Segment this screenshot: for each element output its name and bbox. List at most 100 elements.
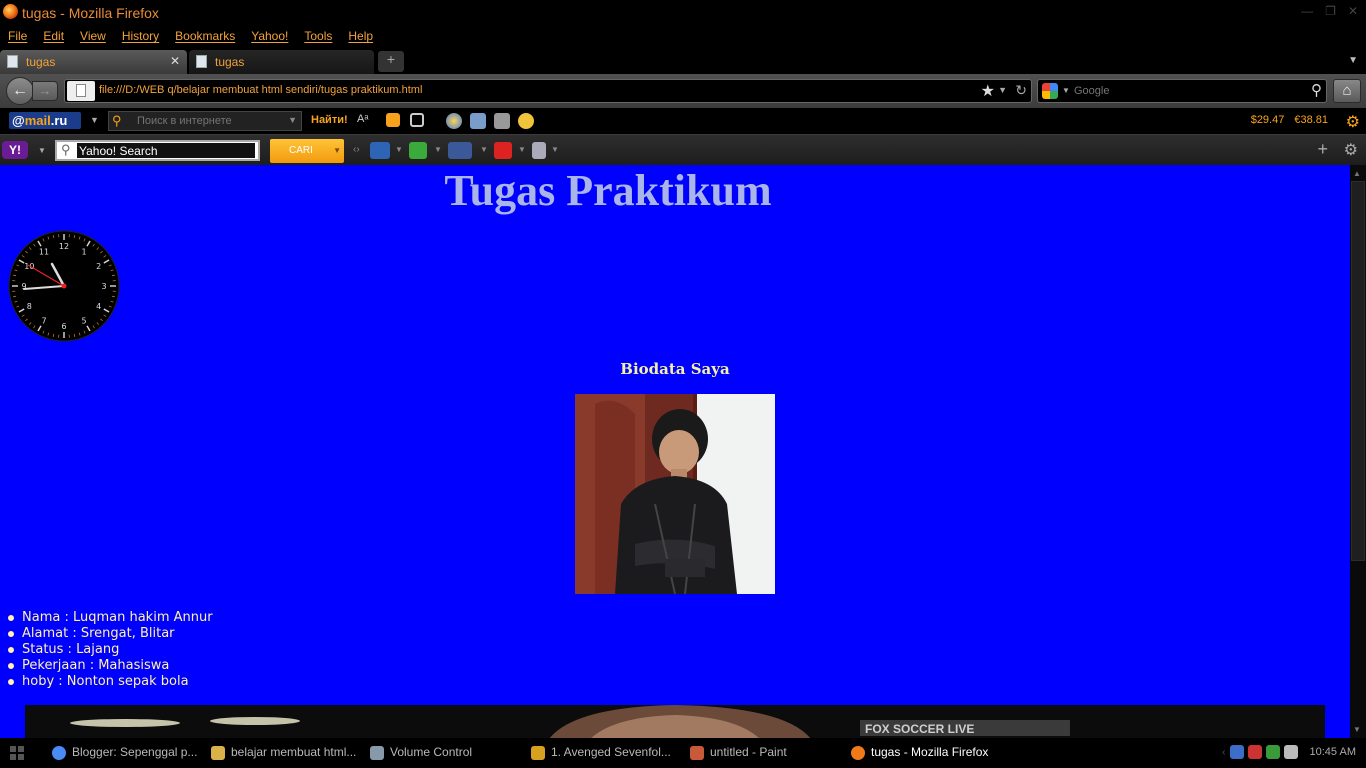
list-all-tabs-icon[interactable]: ▼	[1348, 55, 1358, 66]
paint-icon	[690, 746, 704, 760]
firefox-window: tugas - Mozilla Firefox — ❐ ✕ File Edit …	[0, 0, 1366, 768]
camera-icon[interactable]	[470, 113, 486, 129]
embedded-video[interactable]: FOX SOCCER LIVE	[25, 705, 1325, 738]
menu-help[interactable]: Help	[340, 27, 381, 47]
chevron-down-icon[interactable]: ▼	[333, 146, 341, 155]
taskbar-item-blogger[interactable]: Blogger: Sepenggal p...	[52, 745, 197, 763]
close-window-icon[interactable]: ✕	[1348, 4, 1358, 18]
web-search-box[interactable]: ▼ ⚲	[1037, 79, 1327, 103]
apps-icon[interactable]	[409, 142, 427, 159]
taskbar-item-firefox[interactable]: tugas - Mozilla Firefox	[851, 745, 988, 763]
yahoo-search-box[interactable]: ⚲	[55, 140, 260, 161]
menu-tools[interactable]: Tools	[296, 27, 340, 47]
highlight-icon[interactable]	[386, 113, 400, 127]
bookmark-star-icon[interactable]: ★	[981, 81, 995, 101]
taskbar-item-paint[interactable]: untitled - Paint	[690, 745, 787, 763]
web-search-input[interactable]	[1074, 83, 1294, 99]
tab-tugas-active[interactable]: tugas ✕	[0, 50, 187, 74]
taskbar-item-volume[interactable]: Volume Control	[370, 745, 472, 763]
speaker-icon[interactable]	[1283, 745, 1298, 759]
mailru-search-box[interactable]: ⚲ ▼	[108, 111, 302, 131]
url-bar[interactable]: file:///D:/WEB q/belajar membuat html se…	[64, 79, 1032, 103]
taskbar-clock[interactable]: 10:45 AM	[1310, 746, 1356, 758]
chevron-down-icon[interactable]: ▼	[288, 115, 297, 125]
zoom-page-icon[interactable]	[410, 113, 424, 127]
menu-yahoo[interactable]: Yahoo!	[243, 27, 296, 47]
yahoo-logo[interactable]: Y!	[2, 141, 28, 159]
antivirus-icon[interactable]	[1247, 745, 1262, 759]
firefox-icon	[851, 746, 865, 760]
clock-numeral: 7	[41, 317, 46, 326]
mailru-find-button[interactable]: Найти!	[311, 114, 348, 126]
games-icon[interactable]	[494, 142, 512, 159]
menu-edit[interactable]: Edit	[35, 27, 72, 47]
scroll-up-icon[interactable]: ▲	[1353, 169, 1361, 178]
mailru-search-input[interactable]	[137, 114, 287, 128]
gear-icon[interactable]: ⚙	[1344, 140, 1358, 160]
notes-icon[interactable]	[532, 142, 546, 159]
taskbar-item-media[interactable]: 1. Avenged Sevenfol...	[531, 745, 671, 763]
forward-button[interactable]: →	[32, 81, 58, 101]
video-icon[interactable]	[494, 113, 510, 129]
vertical-scrollbar[interactable]: ▲ ▼	[1350, 165, 1366, 738]
profile-photo	[575, 394, 775, 594]
start-button[interactable]	[10, 746, 24, 760]
yahoo-search-input[interactable]	[77, 143, 255, 158]
app-tray-icon[interactable]	[1265, 745, 1280, 759]
window-title: tugas - Mozilla Firefox	[22, 5, 159, 21]
clock-numeral: 2	[96, 262, 101, 271]
chevron-down-icon[interactable]: ▼	[395, 145, 403, 162]
menu-history[interactable]: History	[114, 27, 167, 47]
agent-icon[interactable]	[518, 113, 534, 129]
yahoo-cari-button[interactable]: CARI ▼	[270, 139, 344, 163]
chevron-left-icon[interactable]: ‹	[1222, 747, 1225, 758]
google-engine-icon[interactable]	[1042, 83, 1058, 99]
home-button[interactable]: ⌂	[1333, 79, 1361, 103]
taskbar-item-folder[interactable]: belajar membuat html...	[211, 745, 356, 763]
maximize-icon[interactable]: ❐	[1325, 4, 1336, 18]
site-identity-icon[interactable]	[67, 81, 95, 101]
engine-dropdown-icon[interactable]: ▼	[1062, 86, 1070, 95]
menu-file[interactable]: File	[0, 27, 35, 47]
font-size-icon[interactable]: Aᵃ	[357, 113, 373, 129]
facebook-icon[interactable]	[448, 142, 472, 159]
page-icon	[196, 55, 207, 68]
mailru-logo[interactable]: @mail.ru	[9, 112, 81, 129]
clock-numeral: 6	[61, 322, 66, 331]
title-bar: tugas - Mozilla Firefox — ❐ ✕	[0, 0, 1366, 26]
clock-numeral: 11	[39, 247, 49, 256]
new-tab-button[interactable]: +	[378, 51, 404, 72]
scrollbar-thumb[interactable]	[1351, 181, 1365, 561]
chevron-down-icon[interactable]: ▼	[434, 145, 442, 162]
mailru-menu-dropdown-icon[interactable]: ▼	[90, 115, 99, 125]
page-content: Tugas Praktikum 12 1 2 3 4 5 6 7 8 9 10 11 Biodata …	[0, 165, 1350, 738]
globe-icon[interactable]	[446, 113, 462, 129]
menu-bookmarks[interactable]: Bookmarks	[167, 27, 243, 47]
search-icon[interactable]: ⚲	[1311, 81, 1322, 99]
resize-handle-icon[interactable]: ‹›	[353, 144, 360, 161]
search-icon: ⚲	[61, 142, 71, 157]
chevron-down-icon[interactable]: ▼	[551, 145, 559, 162]
yahoo-toolbar: Y! ▼ ⚲ CARI ▼ ‹› ▼ ▼ ▼ ▼ ▼ + ⚙	[0, 134, 1366, 165]
reload-icon[interactable]: ↻	[1015, 82, 1027, 99]
chevron-down-icon[interactable]: ▼	[480, 145, 488, 162]
url-text[interactable]: file:///D:/WEB q/belajar membuat html se…	[99, 84, 422, 96]
url-dropdown-icon[interactable]: ▼	[998, 85, 1007, 95]
system-tray: ‹ 10:45 AM	[1222, 745, 1356, 759]
menu-view[interactable]: View	[72, 27, 114, 47]
bio-list: Nama : Luqman hakim Annur Alamat : Sreng…	[8, 610, 213, 690]
chrome-icon	[52, 746, 66, 760]
scroll-down-icon[interactable]: ▼	[1353, 725, 1361, 734]
chevron-down-icon[interactable]: ▼	[518, 145, 526, 162]
clock-center	[61, 283, 67, 289]
close-tab-icon[interactable]: ✕	[170, 54, 180, 68]
minimize-icon[interactable]: —	[1301, 4, 1313, 18]
network-icon[interactable]	[1229, 745, 1244, 759]
add-icon[interactable]: +	[1317, 139, 1328, 160]
back-button[interactable]: ←	[6, 77, 34, 105]
tab-label: tugas	[26, 55, 56, 69]
mail-icon[interactable]	[370, 142, 390, 159]
tab-tugas[interactable]: tugas	[189, 50, 374, 74]
gear-icon[interactable]: ⚙	[1346, 112, 1360, 132]
yahoo-menu-dropdown-icon[interactable]: ▼	[38, 146, 46, 155]
